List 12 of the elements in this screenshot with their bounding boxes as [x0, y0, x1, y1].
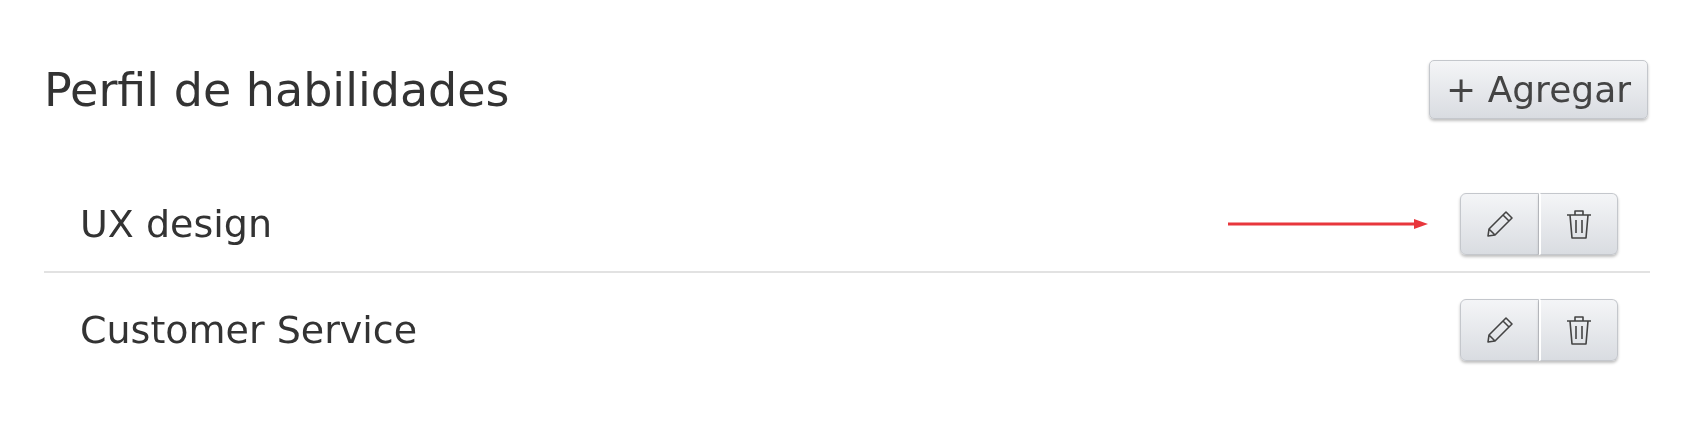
page-title: Perfil de habilidades [44, 62, 510, 117]
add-button[interactable]: + Agregar [1429, 60, 1648, 119]
delete-button[interactable] [1539, 299, 1618, 361]
edit-button[interactable] [1460, 193, 1539, 255]
trash-icon [1565, 314, 1593, 346]
edit-button[interactable] [1460, 299, 1539, 361]
skill-name: Customer Service [80, 308, 419, 352]
trash-icon [1565, 208, 1593, 240]
pencil-icon [1484, 315, 1515, 345]
pencil-icon [1484, 209, 1515, 239]
delete-button[interactable] [1539, 193, 1618, 255]
skill-name: UX design [80, 202, 273, 246]
